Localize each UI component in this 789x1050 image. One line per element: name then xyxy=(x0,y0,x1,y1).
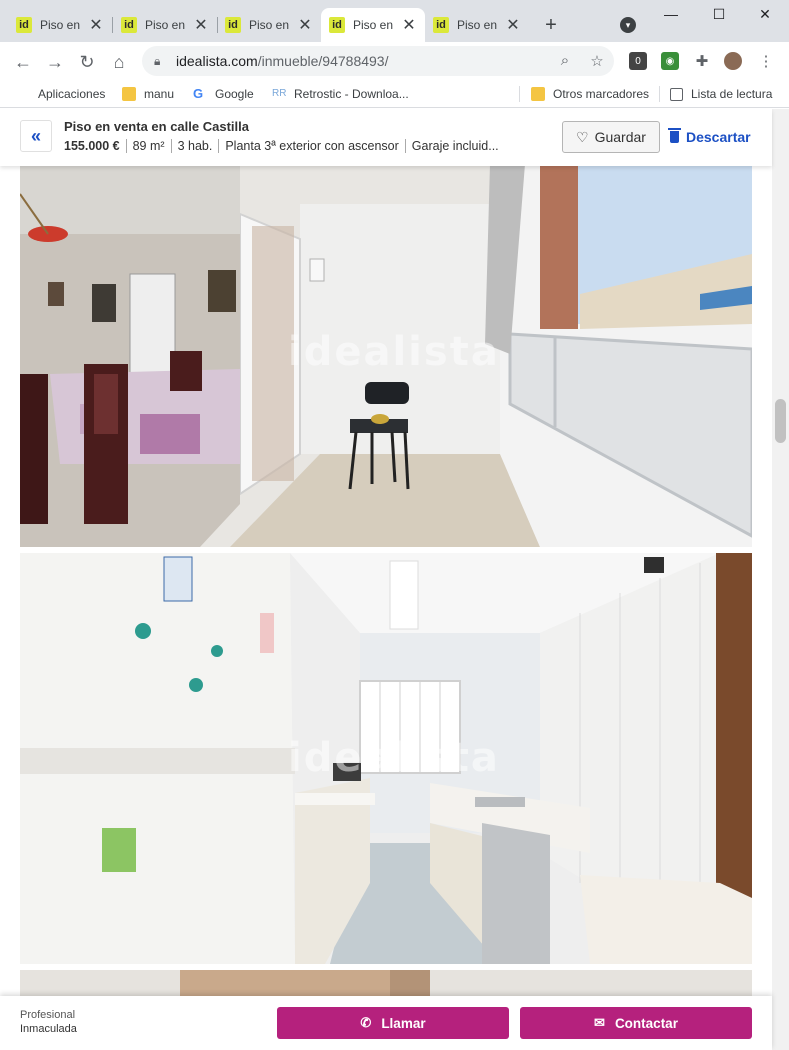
contact-bar: Profesional Inmaculada ✆ Llamar ✉ Contac… xyxy=(0,996,772,1050)
tab-label: Piso en xyxy=(40,18,81,32)
minimize-icon[interactable]: — xyxy=(656,6,686,26)
phone-icon: ✆ xyxy=(360,1015,372,1030)
tab-1[interactable]: id Piso en ✕ xyxy=(8,8,113,42)
bookmark-star-icon[interactable]: ☆ xyxy=(588,52,606,70)
idealista-favicon-icon: id xyxy=(225,17,241,33)
extensions-puzzle-icon[interactable]: ✚ xyxy=(693,52,711,70)
menu-dots-icon[interactable]: ⋮ xyxy=(757,52,775,70)
back-arrow-icon[interactable]: ← xyxy=(12,51,34,73)
scrollbar-thumb[interactable] xyxy=(775,399,786,443)
idealista-watermark: idealista xyxy=(288,735,500,781)
discard-button[interactable]: Descartar xyxy=(668,126,751,148)
tab-label: Piso en xyxy=(353,18,394,32)
idealista-favicon-icon: id xyxy=(16,17,32,33)
new-tab-icon[interactable]: + xyxy=(540,14,562,37)
agent-type: Profesional xyxy=(20,1009,76,1021)
url-host: idealista.com xyxy=(176,53,258,69)
bookmark-manu[interactable]: manu xyxy=(122,85,174,103)
tab-strip: id Piso en ✕ id Piso en ✕ id Piso en ✕ i… xyxy=(0,0,789,42)
idealista-watermark: idealista xyxy=(288,329,500,375)
bookmark-apps[interactable]: Aplicaciones xyxy=(16,85,105,103)
call-label: Llamar xyxy=(381,1015,426,1031)
close-window-icon[interactable]: ✕ xyxy=(750,6,780,26)
heart-icon: ♡ xyxy=(576,128,589,145)
page-viewport: « Piso en venta en calle Castilla 155.00… xyxy=(0,109,789,1050)
price: 155.000 € xyxy=(64,139,120,153)
listing-photo-1[interactable]: idealista xyxy=(20,164,752,547)
bookmark-label: Retrostic - Downloa... xyxy=(294,87,409,101)
listing-facts: 155.000 € 89 m² 3 hab. Planta 3ª exterio… xyxy=(64,139,505,153)
bookmark-other[interactable]: Otros marcadores xyxy=(531,85,649,103)
url-path: /inmueble/94788493/ xyxy=(257,53,389,69)
tab-label: Piso en xyxy=(457,18,498,32)
apps-grid-icon xyxy=(16,87,30,101)
reading-list[interactable]: Lista de lectura xyxy=(670,85,772,103)
zoom-icon[interactable]: ⌕ xyxy=(556,52,574,70)
listing-sticky-header: « Piso en venta en calle Castilla 155.00… xyxy=(0,109,772,166)
close-tab-icon[interactable]: ✕ xyxy=(88,15,104,35)
area: 89 m² xyxy=(125,139,171,153)
idealista-favicon-icon: id xyxy=(121,17,137,33)
trash-icon xyxy=(668,128,681,143)
contact-button[interactable]: ✉ Contactar xyxy=(520,1007,752,1039)
bookmark-google[interactable]: G Google xyxy=(193,85,254,103)
tab-2[interactable]: id Piso en ✕ xyxy=(113,8,218,42)
bookmarks-divider xyxy=(519,86,520,102)
tab-label: Piso en xyxy=(145,18,186,32)
close-tab-icon[interactable]: ✕ xyxy=(297,15,313,35)
bookmark-label: Otros marcadores xyxy=(553,87,650,101)
bookmark-label: Google xyxy=(215,87,254,101)
tab-3[interactable]: id Piso en ✕ xyxy=(217,8,321,42)
extension-icon[interactable]: ◉ xyxy=(661,52,679,70)
idealista-favicon-icon: id xyxy=(329,17,345,33)
bookmarks-divider xyxy=(659,86,660,102)
close-tab-icon[interactable]: ✕ xyxy=(193,15,209,35)
bookmarks-bar: Aplicaciones manu G Google RR Retrostic … xyxy=(0,80,789,108)
garage: Garaje incluid... xyxy=(404,139,505,153)
bookmark-label: manu xyxy=(144,87,175,101)
tab-search-icon[interactable]: ▾ xyxy=(620,17,636,33)
bookmark-label: Aplicaciones xyxy=(38,87,106,101)
idealista-favicon-icon: id xyxy=(433,17,449,33)
rooms: 3 hab. xyxy=(170,139,219,153)
maximize-icon[interactable]: ☐ xyxy=(704,6,734,26)
contact-label: Contactar xyxy=(614,1015,678,1031)
message-icon: ✉ xyxy=(594,1015,605,1030)
bookmark-label: Lista de lectura xyxy=(691,87,773,101)
floor: Planta 3ª exterior con ascensor xyxy=(218,139,404,153)
save-label: Guardar xyxy=(594,129,646,145)
folder-icon xyxy=(122,87,136,101)
tab-label: Piso en xyxy=(249,18,290,32)
profile-avatar[interactable] xyxy=(724,52,742,70)
call-button[interactable]: ✆ Llamar xyxy=(277,1007,509,1039)
home-icon[interactable]: ⌂ xyxy=(108,51,130,73)
tab-4-active[interactable]: id Piso en ✕ xyxy=(321,8,425,42)
extension-icon[interactable]: 0 xyxy=(629,52,647,70)
forward-arrow-icon[interactable]: → xyxy=(44,51,66,73)
retrostic-icon: RR xyxy=(272,88,287,99)
discard-label: Descartar xyxy=(686,129,751,145)
close-tab-icon[interactable]: ✕ xyxy=(401,15,417,35)
page-scrollbar[interactable] xyxy=(772,109,789,1050)
tab-5[interactable]: id Piso en ✕ xyxy=(425,8,529,42)
close-tab-icon[interactable]: ✕ xyxy=(505,15,521,35)
agent-name: Inmaculada xyxy=(20,1023,77,1035)
save-button[interactable]: ♡ Guardar xyxy=(562,121,660,153)
folder-icon xyxy=(531,87,545,101)
listing-title: Piso en venta en calle Castilla xyxy=(64,119,249,134)
google-icon: G xyxy=(193,86,204,101)
back-double-chevron-icon[interactable]: « xyxy=(20,120,52,152)
listing-photo-2[interactable]: idealista xyxy=(20,553,752,964)
lock-icon: 🔒︎ xyxy=(154,53,161,68)
browser-toolbar: ← → ↻ ⌂ 🔒︎ idealista.com/inmueble/947884… xyxy=(0,42,789,80)
address-bar[interactable]: 🔒︎ idealista.com/inmueble/94788493/ ⌕ ☆ xyxy=(142,46,614,76)
reload-icon[interactable]: ↻ xyxy=(76,51,98,73)
reading-list-icon xyxy=(670,87,683,101)
bookmark-retrostic[interactable]: RR Retrostic - Downloa... xyxy=(272,85,409,103)
